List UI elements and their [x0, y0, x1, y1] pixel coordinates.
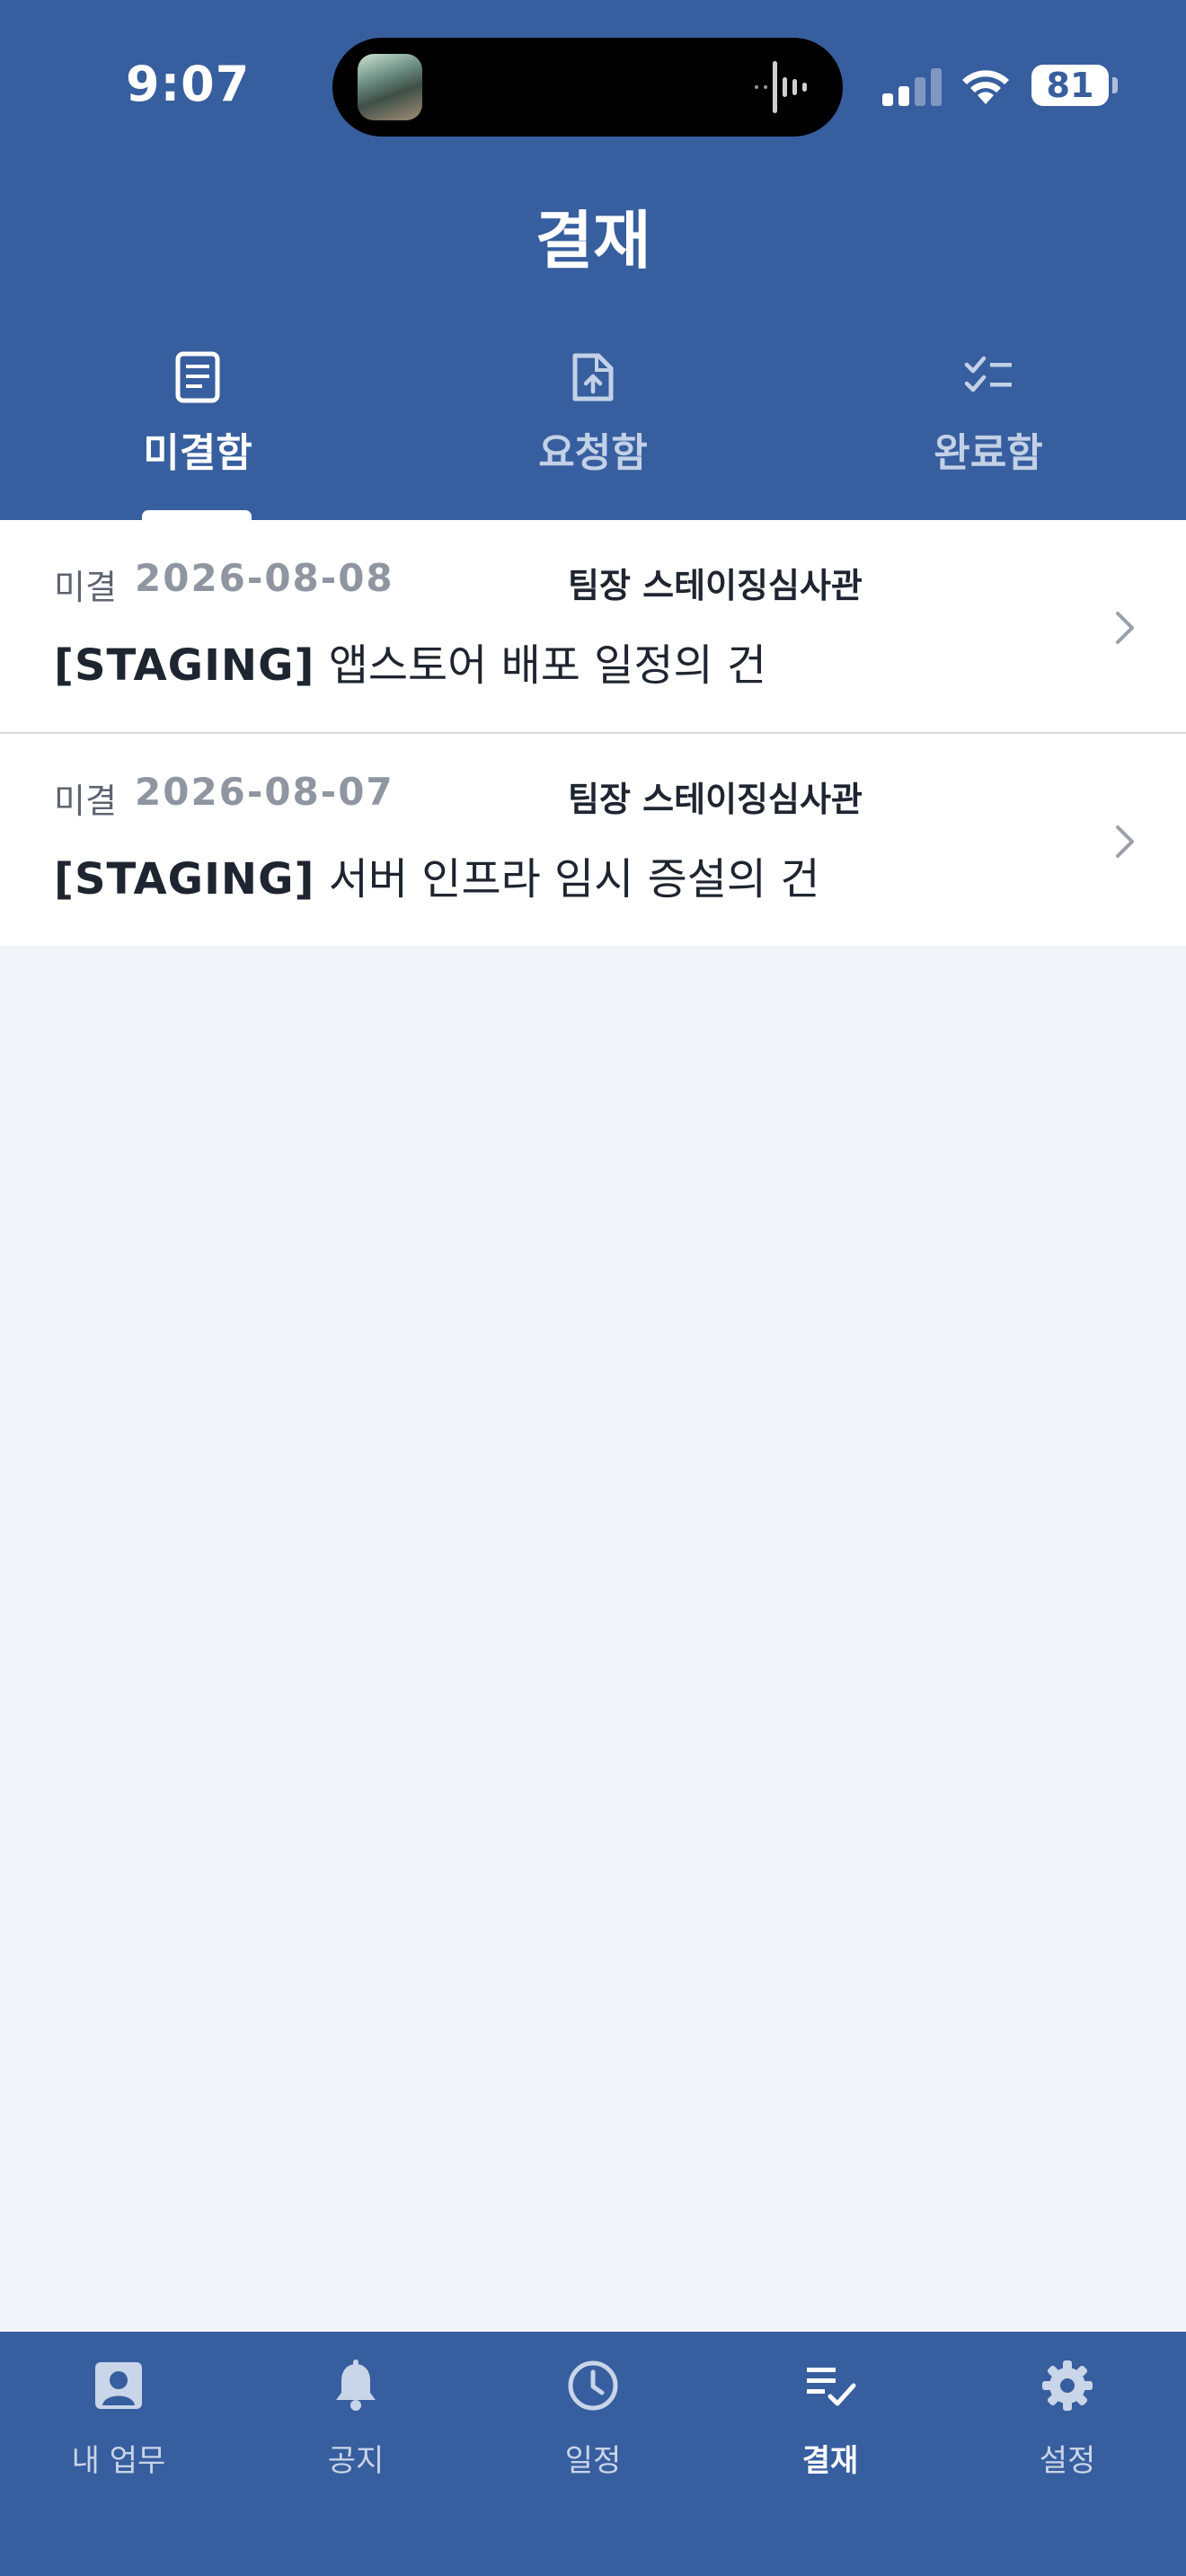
audio-waveform-icon	[755, 61, 807, 113]
approval-drafter: 팀장 스테이징심사관	[568, 566, 863, 605]
tab-pending[interactable]: 미결함	[81, 350, 314, 520]
battery-indicator: 81	[1031, 65, 1109, 106]
nav-label: 일정	[564, 2443, 622, 2479]
file-upload-icon	[572, 353, 614, 401]
bell-icon	[336, 2360, 376, 2411]
clock-icon	[568, 2360, 618, 2411]
approval-item[interactable]: 미결 2026-08-08 팀장 스테이징심사관 [STAGING] 앱스토어 …	[0, 520, 1186, 732]
nav-label: 공지	[327, 2443, 385, 2479]
tab-label: 완료함	[934, 430, 1043, 476]
person-badge-icon	[95, 2362, 142, 2409]
now-playing-artwork	[358, 54, 422, 120]
nav-label: 결재	[801, 2443, 859, 2479]
approval-item[interactable]: 미결 2026-08-07 팀장 스테이징심사관 [STAGING] 서버 인프…	[0, 732, 1186, 946]
gear-icon	[1042, 2360, 1093, 2411]
tab-label: 요청함	[538, 430, 648, 476]
bottom-tab-bar: 내 업무 공지 일정 결재 설정	[0, 2332, 1186, 2576]
tab-requested[interactable]: 요청함	[476, 350, 710, 520]
chevron-right-icon	[1116, 825, 1134, 858]
document-list-icon	[175, 351, 220, 403]
approval-status: 미결	[54, 568, 117, 607]
approval-drafter: 팀장 스테이징심사관	[568, 780, 863, 819]
chevron-right-icon	[1116, 612, 1134, 644]
cellular-signal-icon	[882, 68, 942, 106]
nav-notice[interactable]: 공지	[266, 2359, 446, 2502]
checklist-icon	[964, 356, 1012, 393]
approval-title-text: 앱스토어 배포 일정의 건	[328, 640, 767, 691]
nav-settings[interactable]: 설정	[978, 2359, 1157, 2502]
dynamic-island[interactable]	[332, 38, 843, 137]
nav-label: 내 업무	[71, 2443, 166, 2479]
approval-tag: [STAGING]	[54, 640, 315, 691]
approval-title-text: 서버 인프라 임시 증설의 건	[328, 854, 820, 904]
approval-list-icon	[807, 2368, 856, 2406]
approval-date: 2026-08-08	[135, 556, 394, 600]
nav-schedule[interactable]: 일정	[503, 2359, 683, 2502]
approval-date: 2026-08-07	[135, 770, 394, 814]
tab-completed[interactable]: 완료함	[872, 350, 1105, 520]
approval-title: [STAGING] 앱스토어 배포 일정의 건	[54, 630, 766, 693]
nav-my-tasks[interactable]: 내 업무	[29, 2359, 208, 2502]
status-bar: 9:07 81	[0, 0, 1186, 171]
tab-label: 미결함	[143, 430, 252, 476]
page-title: 결재	[535, 204, 651, 278]
approval-list: 미결 2026-08-08 팀장 스테이징심사관 [STAGING] 앱스토어 …	[0, 520, 1186, 946]
app-header: 9:07 81 결재 미결함 요청함 완료함	[0, 0, 1186, 523]
nav-approval[interactable]: 결재	[740, 2359, 920, 2502]
wifi-icon	[962, 70, 1009, 104]
nav-label: 설정	[1039, 2443, 1096, 2479]
status-time: 9:07	[126, 56, 251, 112]
approval-status: 미결	[54, 781, 117, 821]
battery-nub	[1112, 77, 1118, 93]
approval-tag: [STAGING]	[54, 854, 315, 904]
approval-title: [STAGING] 서버 인프라 임시 증설의 건	[54, 843, 820, 906]
